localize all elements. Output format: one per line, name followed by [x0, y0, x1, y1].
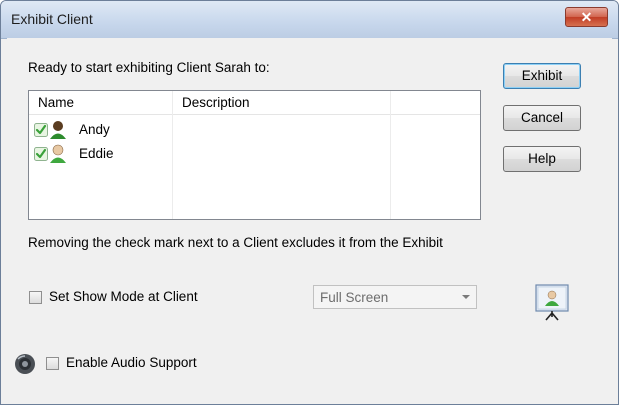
- show-mode-label: Set Show Mode at Client: [49, 289, 198, 304]
- speaker-icon: [15, 354, 35, 374]
- audio-support-label: Enable Audio Support: [66, 355, 197, 370]
- chevron-down-icon: [462, 295, 470, 299]
- note-text: Removing the check mark next to a Client…: [28, 235, 443, 250]
- cancel-button[interactable]: Cancel: [503, 105, 581, 131]
- show-mode-checkbox[interactable]: [29, 291, 42, 304]
- dialog-title: Exhibit Client: [11, 11, 93, 27]
- column-header-name[interactable]: Name: [38, 95, 74, 110]
- help-button[interactable]: Help: [503, 146, 581, 172]
- checkmark-icon[interactable]: [34, 147, 48, 161]
- presentation-screen-icon: [535, 284, 569, 321]
- column-divider: [390, 91, 391, 219]
- client-name: Andy: [79, 122, 110, 137]
- close-icon: ✕: [580, 9, 593, 25]
- user-dark-icon: [50, 121, 66, 139]
- user-light-icon: [50, 144, 66, 163]
- audio-support-checkbox[interactable]: [46, 357, 59, 370]
- show-mode-select[interactable]: Full Screen: [313, 285, 477, 309]
- list-header: Name Description: [29, 91, 480, 115]
- checkmark-icon[interactable]: [34, 123, 48, 137]
- close-button[interactable]: ✕: [565, 7, 608, 27]
- client-name: Eddie: [79, 146, 114, 161]
- title-bar[interactable]: Exhibit Client ✕: [1, 1, 618, 39]
- column-divider: [172, 91, 173, 219]
- dialog-content: Ready to start exhibiting Client Sarah t…: [7, 38, 612, 400]
- intro-text: Ready to start exhibiting Client Sarah t…: [28, 60, 270, 75]
- show-mode-value: Full Screen: [320, 290, 389, 305]
- column-header-description[interactable]: Description: [182, 95, 250, 110]
- client-list[interactable]: Name Description Andy Eddie: [28, 90, 481, 220]
- exhibit-button[interactable]: Exhibit: [503, 63, 581, 89]
- dialog-window: Exhibit Client ✕ Ready to start exhibiti…: [0, 0, 619, 405]
